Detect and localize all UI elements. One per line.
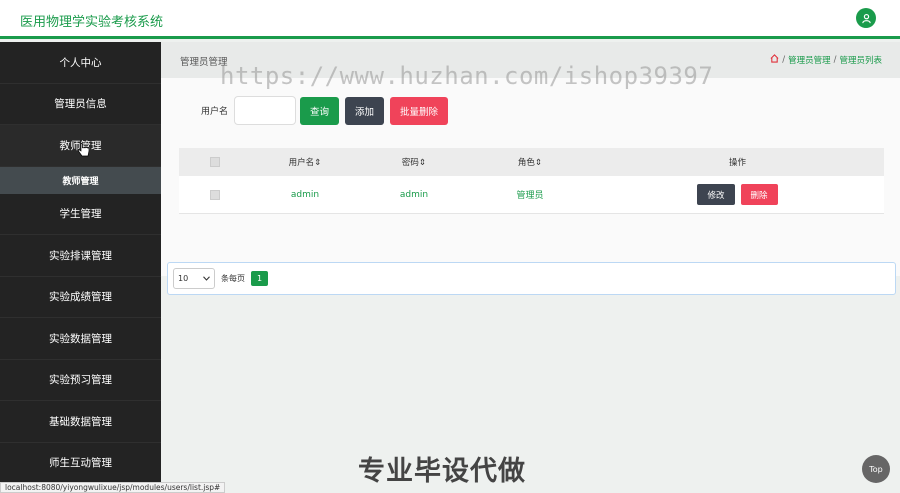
breadcrumb-separator: / [833, 55, 837, 65]
cell-username: admin [290, 189, 320, 200]
sidebar-item-teacher-management[interactable]: 教师管理 [0, 125, 161, 167]
sidebar-item-interaction[interactable]: 师生互动管理 [0, 443, 161, 484]
header-actions: 操作 [728, 158, 746, 168]
cell-role: 管理员 [516, 191, 544, 201]
hand-cursor-icon [78, 143, 90, 161]
table-header: 用户名⇕ 密码⇕ 角色⇕ 操作 [179, 148, 884, 176]
admin-table: 用户名⇕ 密码⇕ 角色⇕ 操作 admin admin 管理员 修改 删除 [179, 148, 884, 214]
sort-icon: ⇕ [534, 158, 543, 168]
sidebar: 个人中心 管理员信息 教师管理 教师管理 学生管理 实验排课管理 实验成绩管理 … [0, 42, 161, 493]
search-form: 用户名 查询 添加 批量删除 [201, 96, 454, 125]
user-icon[interactable] [856, 8, 876, 28]
sidebar-item-lab-scheduling[interactable]: 实验排课管理 [0, 235, 161, 277]
sidebar-item-lab-data[interactable]: 实验数据管理 [0, 318, 161, 360]
chevron-down-icon [203, 274, 210, 283]
header-password[interactable]: 密码⇕ [359, 156, 469, 168]
home-icon[interactable] [770, 54, 779, 66]
query-button[interactable]: 查询 [300, 96, 340, 125]
back-to-top-button[interactable]: Top [862, 455, 890, 483]
edit-button[interactable]: 修改 [697, 184, 735, 205]
breadcrumb: / 管理员管理 / 管理员列表 [770, 54, 882, 66]
select-all-checkbox[interactable] [179, 157, 251, 167]
sidebar-item-admin-info[interactable]: 管理员信息 [0, 84, 161, 125]
sidebar-item-student-management[interactable]: 学生管理 [0, 194, 161, 235]
batch-delete-button[interactable]: 批量删除 [390, 96, 449, 125]
content-panel: 用户名 查询 添加 批量删除 用户名⇕ 密码⇕ 角色⇕ 操作 admin adm… [161, 78, 900, 295]
delete-button[interactable]: 删除 [740, 184, 778, 205]
breadcrumb-item-admin-list[interactable]: 管理员列表 [839, 54, 882, 66]
page-title: 管理员管理 [180, 57, 228, 68]
add-button[interactable]: 添加 [345, 96, 385, 125]
pagination: 10 条每页 1 [167, 262, 896, 295]
status-url: localhost:8080/yiyongwulixue/jsp/modules… [0, 482, 226, 493]
sidebar-subitem-teacher-management[interactable]: 教师管理 [0, 166, 161, 194]
per-page-label: 条每页 [221, 274, 245, 283]
sidebar-item-personal-center[interactable]: 个人中心 [0, 42, 161, 84]
page-size-select[interactable]: 10 [173, 268, 215, 289]
page-button-current[interactable]: 1 [251, 271, 268, 286]
breadcrumb-separator: / [782, 55, 786, 65]
sort-icon: ⇕ [418, 158, 427, 168]
app-title: 医用物理学实验考核系统 [20, 15, 164, 30]
main-content: 管理员管理 / 管理员管理 / 管理员列表 用户名 查询 添加 批量删除 用户名… [161, 42, 900, 493]
sort-icon: ⇕ [314, 158, 322, 168]
cell-password: admin [399, 189, 429, 200]
sidebar-item-base-data[interactable]: 基础数据管理 [0, 401, 161, 443]
header-role[interactable]: 角色⇕ [469, 156, 591, 168]
breadcrumb-item-admin-management[interactable]: 管理员管理 [788, 54, 831, 66]
top-bar: 医用物理学实验考核系统 [0, 0, 900, 39]
table-row: admin admin 管理员 修改 删除 [179, 176, 884, 214]
promo-banner-text: 专业毕设代做 [358, 456, 526, 487]
header-username[interactable]: 用户名⇕ [251, 156, 359, 168]
row-checkbox[interactable] [179, 189, 251, 200]
sidebar-item-lab-scores[interactable]: 实验成绩管理 [0, 277, 161, 318]
username-label: 用户名 [201, 107, 229, 117]
breadcrumb-bar: 管理员管理 / 管理员管理 / 管理员列表 [161, 42, 900, 78]
sidebar-item-lab-preview[interactable]: 实验预习管理 [0, 360, 161, 401]
username-search-input[interactable] [234, 96, 297, 125]
row-actions: 修改 删除 [591, 184, 884, 205]
